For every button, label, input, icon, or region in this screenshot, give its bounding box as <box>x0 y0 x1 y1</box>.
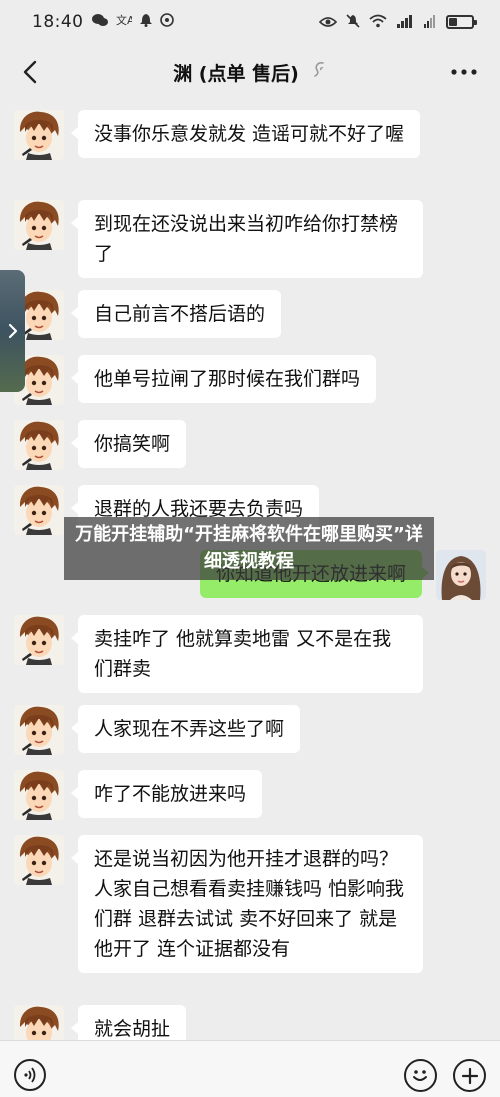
voice-icon <box>24 1067 36 1083</box>
more-icon <box>451 69 477 75</box>
message-item: 就会胡扯 <box>14 1005 187 1040</box>
voice-button[interactable] <box>14 1059 46 1091</box>
bell-icon <box>139 13 152 31</box>
contact-avatar[interactable] <box>14 705 64 755</box>
status-right <box>318 13 477 32</box>
more-button[interactable] <box>450 60 478 80</box>
message-item: 卖挂咋了 他就算卖地雷 又不是在我们群卖 <box>14 615 423 693</box>
message-bubble[interactable]: 没事你乐意发就发 造谣可就不好了喔 <box>70 110 421 158</box>
emoji-icon <box>413 1070 427 1081</box>
svg-text:文A: 文A <box>116 13 132 27</box>
message-item: 人家现在不弄这些了啊 <box>14 705 301 755</box>
message-bubble[interactable]: 他单号拉闸了那时候在我们群吗 <box>70 355 377 403</box>
message-bubble[interactable]: 自己前言不搭后语的 <box>70 290 282 338</box>
status-left: 18:40 文A <box>32 12 174 32</box>
contact-avatar[interactable] <box>14 420 64 470</box>
status-time: 18:40 <box>32 12 84 32</box>
message-item: 咋了不能放进来吗 <box>14 770 263 820</box>
message-bubble[interactable]: 咋了不能放进来吗 <box>70 770 263 818</box>
battery-fill <box>449 18 457 26</box>
message-item: 还是说当初因为他开挂才退群的吗？ 人家自己想看看卖挂赚钱吗 怕影响我们群 退群去… <box>14 835 423 973</box>
translate-icon: 文A <box>116 13 135 31</box>
emoji-button[interactable] <box>404 1059 437 1092</box>
overlay-caption: 万能开挂辅助“开挂麻将软件在哪里购买”详细透视教程 <box>64 517 434 580</box>
message-bubble[interactable]: 就会胡扯 <box>70 1005 187 1040</box>
message-bubble[interactable]: 人家现在不弄这些了啊 <box>70 705 301 753</box>
contact-avatar[interactable] <box>14 835 64 885</box>
contact-avatar[interactable] <box>14 110 64 160</box>
message-bubble[interactable]: 到现在还没说出来当初咋给你打禁榜了 <box>71 200 423 278</box>
plus-icon <box>461 1067 478 1084</box>
eye-icon <box>318 13 338 32</box>
contact-avatar[interactable] <box>14 200 64 250</box>
status-bar: 18:40 文A <box>0 0 500 44</box>
message-bubble[interactable]: 还是说当初因为他开挂才退群的吗？ 人家自己想看看卖挂赚钱吗 怕影响我们群 退群去… <box>71 835 423 973</box>
message-bubble[interactable]: 卖挂咋了 他就算卖地雷 又不是在我们群卖 <box>71 615 423 693</box>
chevron-left-icon <box>23 60 37 84</box>
chat-header: 渊 (点单 售后) <box>0 44 500 100</box>
signal-icon-2 <box>423 13 437 32</box>
message-item: 到现在还没说出来当初咋给你打禁榜了 <box>14 200 423 278</box>
message-item: 他单号拉闸了那时候在我们群吗 <box>14 355 377 405</box>
chat-title: 渊 (点单 售后) <box>173 62 299 85</box>
battery-icon <box>446 15 477 29</box>
signal-icon <box>396 13 414 32</box>
contact-avatar[interactable] <box>14 770 64 820</box>
more-functions-button[interactable] <box>453 1059 486 1092</box>
nfc-icon <box>159 13 174 31</box>
message-item: 你搞笑啊 <box>14 420 187 470</box>
wifi-icon <box>369 13 387 32</box>
contact-avatar[interactable] <box>14 615 64 665</box>
floating-side-handle[interactable] <box>0 270 25 392</box>
wechat-icon <box>91 13 108 31</box>
message-item: 没事你乐意发就发 造谣可就不好了喔 <box>14 110 421 160</box>
message-bubble[interactable]: 你搞笑啊 <box>70 420 187 468</box>
back-button[interactable] <box>14 56 46 88</box>
chevron-right-icon <box>8 323 17 339</box>
input-bar <box>0 1040 500 1097</box>
message-item: 自己前言不搭后语的 <box>14 290 282 340</box>
mute-icon <box>346 13 360 32</box>
own-avatar[interactable] <box>436 550 486 600</box>
contact-avatar[interactable] <box>14 1005 64 1040</box>
earpiece-icon <box>313 60 327 84</box>
contact-avatar[interactable] <box>14 485 64 535</box>
